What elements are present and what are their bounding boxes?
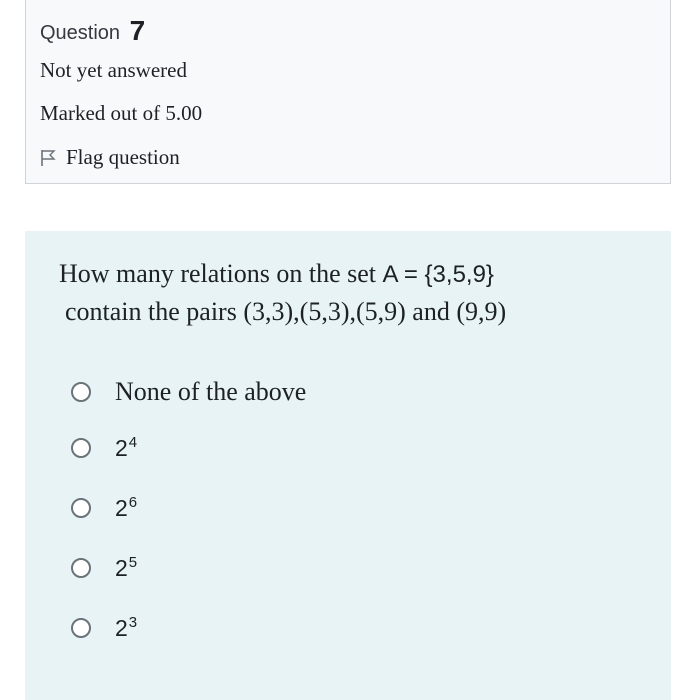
answer-option-2-pow-5[interactable]: 25 — [71, 554, 137, 582]
question-text-part2: contain the pairs — [65, 297, 244, 326]
answer-option-label: None of the above — [115, 377, 307, 406]
radio-button[interactable] — [71, 558, 91, 578]
question-math-pairs: (3,3),(5,3),(5,9) — [243, 297, 406, 326]
answer-option-2-pow-6[interactable]: 26 — [71, 494, 137, 522]
question-number-value: 7 — [129, 15, 146, 46]
answer-option-none[interactable]: None of the above — [71, 377, 306, 407]
question-content: How many relations on the set A = {3,5,9… — [25, 231, 671, 700]
flag-question-label: Flag question — [66, 145, 180, 169]
question-info-panel: Question 7 Not yet answered Marked out o… — [25, 0, 671, 184]
radio-button[interactable] — [71, 438, 91, 458]
answer-option-2-pow-4[interactable]: 24 — [71, 434, 137, 462]
radio-button[interactable] — [71, 382, 91, 402]
answer-option-label: 24 — [115, 434, 138, 461]
question-state: Not yet answered — [40, 58, 187, 82]
radio-button[interactable] — [71, 498, 91, 518]
radio-button[interactable] — [71, 618, 91, 638]
answer-option-label: 25 — [115, 554, 138, 581]
question-number: Question 7 — [40, 14, 145, 46]
question-math-last-pair: (9,9) — [456, 297, 507, 326]
question-math-set: A = {3,5,9} — [382, 261, 494, 288]
flag-question-link[interactable]: Flag question — [40, 145, 180, 170]
question-grade: Marked out of 5.00 — [40, 101, 203, 125]
question-text: How many relations on the set A = {3,5,9… — [59, 255, 506, 330]
answer-option-2-pow-3[interactable]: 23 — [71, 614, 137, 642]
question-text-part1: How many relations on the set — [59, 259, 383, 288]
answer-option-label: 26 — [115, 494, 138, 521]
answer-option-label: 23 — [115, 614, 138, 641]
question-label: Question — [40, 22, 121, 44]
flag-icon — [41, 149, 56, 166]
question-text-part3: and — [405, 297, 457, 326]
